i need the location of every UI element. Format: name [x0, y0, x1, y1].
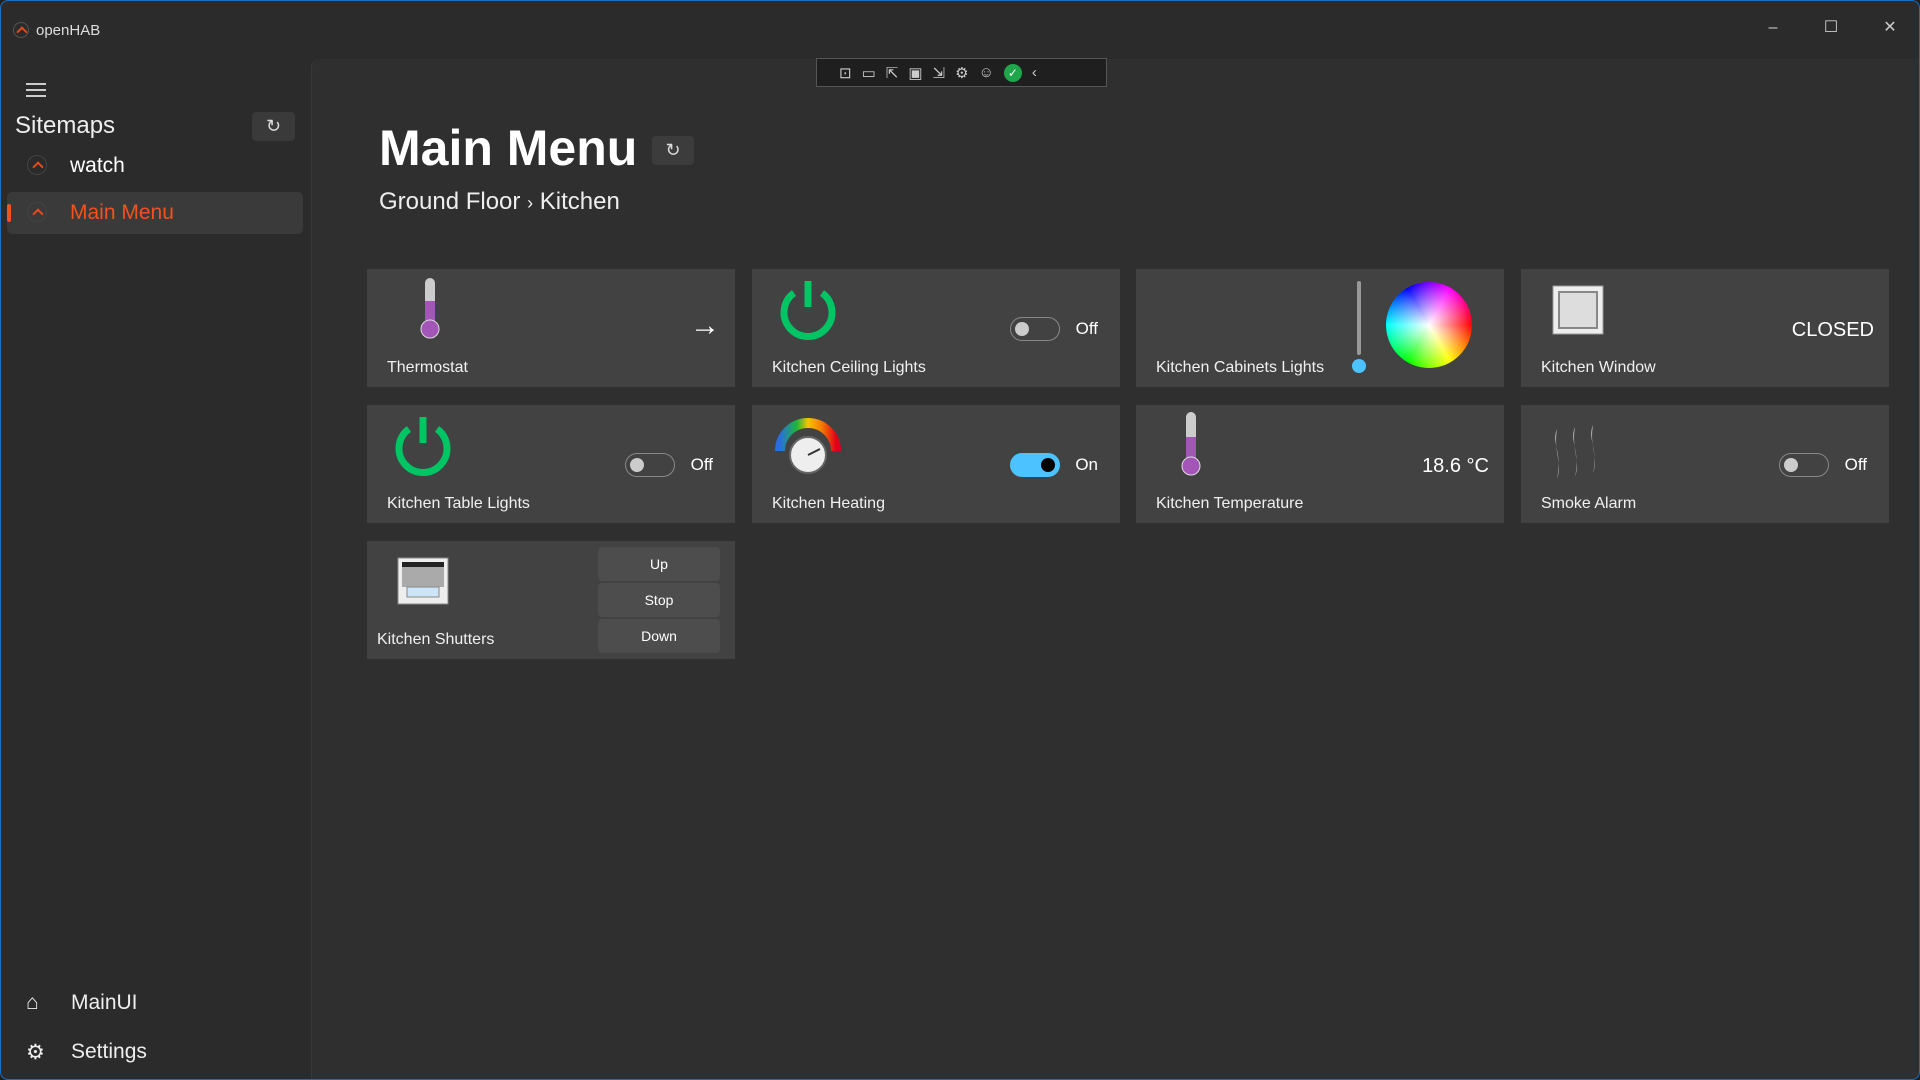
- sidebar-item-label: Main Menu: [70, 201, 174, 224]
- heating-gauge-icon: [775, 418, 841, 474]
- thermometer-icon: [420, 278, 440, 339]
- app-window: openHAB – ☐ ✕ Sitemaps ↻ watch Main Menu…: [0, 0, 1920, 1080]
- table-lights-toggle[interactable]: [625, 453, 675, 477]
- shutter-up-button[interactable]: Up: [598, 547, 720, 581]
- toggle-state: Off: [1075, 319, 1098, 338]
- check-icon[interactable]: ✓: [1003, 63, 1022, 82]
- page-title: Main Menu: [379, 120, 638, 176]
- power-icon: [780, 281, 836, 340]
- card-kitchen-ceiling-lights: Off Kitchen Ceiling Lights: [752, 269, 1120, 387]
- sidebar-item-mainui[interactable]: ⌂ MainUI: [26, 991, 138, 1015]
- shutter-controls: Up Stop Down: [598, 547, 720, 655]
- shutter-down-button[interactable]: Down: [598, 619, 720, 653]
- ceiling-lights-toggle[interactable]: [1010, 317, 1060, 341]
- card-kitchen-table-lights: Off Kitchen Table Lights: [367, 405, 735, 523]
- sidebar-item-label: MainUI: [71, 991, 138, 1014]
- smoke-alarm-toggle[interactable]: [1779, 453, 1829, 477]
- card-label: Kitchen Ceiling Lights: [772, 359, 926, 376]
- card-kitchen-shutters: Up Stop Down Kitchen Shutters: [367, 541, 735, 659]
- page-refresh-button[interactable]: ↻: [652, 136, 694, 165]
- app-title: openHAB: [36, 22, 101, 39]
- close-button[interactable]: ✕: [1870, 13, 1910, 43]
- card-label: Kitchen Heating: [772, 495, 885, 512]
- sidebar-item-watch[interactable]: watch: [7, 145, 303, 187]
- sidebar-item-label: watch: [70, 154, 125, 177]
- card-label: Smoke Alarm: [1541, 495, 1637, 512]
- openhab-icon: [27, 202, 47, 222]
- sitemaps-refresh-button[interactable]: ↻: [252, 112, 295, 141]
- toggle-state: Off: [690, 455, 713, 474]
- card-label: Thermostat: [387, 359, 468, 376]
- sitemaps-heading: Sitemaps: [15, 112, 116, 139]
- openhab-icon: [27, 155, 47, 175]
- maximize-button[interactable]: ☐: [1811, 13, 1851, 43]
- card-kitchen-window: CLOSED Kitchen Window: [1521, 269, 1889, 387]
- collapse-chevron-icon[interactable]: ‹: [1032, 64, 1037, 81]
- gear-icon: ⚙: [26, 1041, 45, 1064]
- pointer-icon[interactable]: ⇱: [886, 64, 899, 82]
- card-label: Kitchen Window: [1541, 359, 1656, 376]
- debug-toolbar: ⊡ ▭ ⇱ ▣ ⇲ ⚙ ☺ ✓ ‹: [816, 58, 1107, 87]
- toggle-state: On: [1075, 455, 1098, 474]
- home-icon: ⌂: [26, 991, 39, 1014]
- thermometer-icon: [1181, 412, 1201, 476]
- hamburger-menu-icon[interactable]: [26, 83, 46, 97]
- card-kitchen-heating: On Kitchen Heating: [752, 405, 1120, 523]
- card-label: Kitchen Table Lights: [387, 495, 530, 512]
- card-thermostat[interactable]: → Thermostat: [367, 269, 735, 387]
- card-label: Kitchen Temperature: [1156, 495, 1304, 512]
- breadcrumb-kitchen: Kitchen: [539, 188, 620, 215]
- toggle-state: Off: [1844, 455, 1867, 474]
- window-icon: [1552, 285, 1604, 335]
- card-smoke-alarm: Off Smoke Alarm: [1521, 405, 1889, 523]
- smoke-icon: [1555, 425, 1595, 479]
- temperature-value: 18.6 °C: [1422, 455, 1489, 477]
- brightness-slider[interactable]: [1357, 281, 1361, 355]
- sidebar: Sitemaps ↻ watch Main Menu ⌂ MainUI ⚙ Se…: [1, 59, 311, 1079]
- title-bar: openHAB – ☐ ✕: [1, 1, 1919, 59]
- video-icon[interactable]: ▭: [862, 64, 876, 82]
- breadcrumb-ground-floor[interactable]: Ground Floor: [379, 188, 520, 215]
- minimize-button[interactable]: –: [1753, 13, 1793, 43]
- card-label: Kitchen Cabinets Lights: [1156, 359, 1325, 376]
- sidebar-item-main-menu[interactable]: Main Menu: [7, 192, 303, 234]
- arrow-right-icon[interactable]: →: [690, 309, 720, 343]
- card-kitchen-temperature: 18.6 °C Kitchen Temperature: [1136, 405, 1504, 523]
- sidebar-item-label: Settings: [71, 1040, 147, 1063]
- select-pointer-icon[interactable]: ⇲: [933, 64, 946, 82]
- slider-thumb[interactable]: [1352, 359, 1366, 373]
- sidebar-item-settings[interactable]: ⚙ Settings: [26, 1040, 147, 1065]
- hot-reload-icon[interactable]: ⚙: [955, 64, 968, 82]
- select-element-icon[interactable]: ⊡: [839, 64, 852, 82]
- card-label: Kitchen Shutters: [377, 631, 495, 648]
- accessibility-icon[interactable]: ☺: [979, 64, 994, 81]
- power-icon: [395, 417, 451, 476]
- rollershutter-icon: [397, 557, 449, 605]
- window-state: CLOSED: [1791, 319, 1874, 341]
- color-wheel[interactable]: [1386, 282, 1472, 368]
- card-kitchen-cabinets-lights: Kitchen Cabinets Lights: [1136, 269, 1504, 387]
- shutter-stop-button[interactable]: Stop: [598, 583, 720, 617]
- frame-icon[interactable]: ▣: [908, 64, 922, 82]
- breadcrumb: Ground Floor › Kitchen: [379, 188, 620, 216]
- breadcrumb-separator: ›: [527, 193, 534, 213]
- openhab-logo-icon: [13, 22, 29, 38]
- heating-toggle[interactable]: [1010, 453, 1060, 477]
